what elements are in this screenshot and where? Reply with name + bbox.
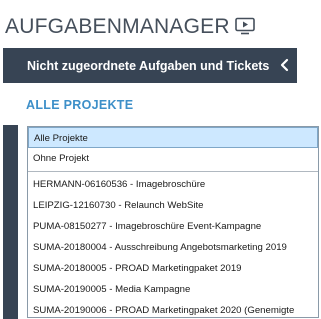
chevron-left-icon[interactable] [279,57,291,73]
section-header-bar[interactable]: Nicht zugeordnete Aufgaben und Tickets [3,48,297,83]
dropdown-option-project[interactable]: SUMA-20180005 - PROAD Marketingpaket 201… [28,258,318,279]
app-title: AUFGABENMANAGER [5,15,230,38]
project-filter-row[interactable]: ALLE PROJEKTE [0,83,300,125]
dropdown-option-all-projects[interactable]: Alle Projekte [28,127,318,148]
dropdown-option-project[interactable]: HERMANN-06160536 - Imagebroschüre [28,174,318,195]
dropdown-option-no-project[interactable]: Ohne Projekt [28,148,318,169]
header-bar: AUFGABENMANAGER [0,0,321,48]
dropdown-option-project[interactable]: LEIPZIG-12160730 - Relaunch WebSite [28,195,318,216]
dropdown-option-project[interactable]: SUMA-20190006 - PROAD Marketingpaket 202… [28,300,318,317]
dropdown-option-project[interactable]: PUMA-08150277 - Imagebroschüre Event-Kam… [28,216,318,237]
dropdown-option-project[interactable]: SUMA-20180004 - Ausschreibung Angebotsma… [28,237,318,258]
play-screen-icon[interactable] [235,17,255,35]
project-dropdown-list[interactable]: Alle Projekte Ohne Projekt HERMANN-06160… [27,126,319,318]
left-gutter [3,125,18,319]
project-filter-label[interactable]: ALLE PROJEKTE [26,97,133,113]
dropdown-option-project[interactable]: SUMA-20190005 - Media Kampagne [28,279,318,300]
section-title: Nicht zugeordnete Aufgaben und Tickets [27,59,270,73]
